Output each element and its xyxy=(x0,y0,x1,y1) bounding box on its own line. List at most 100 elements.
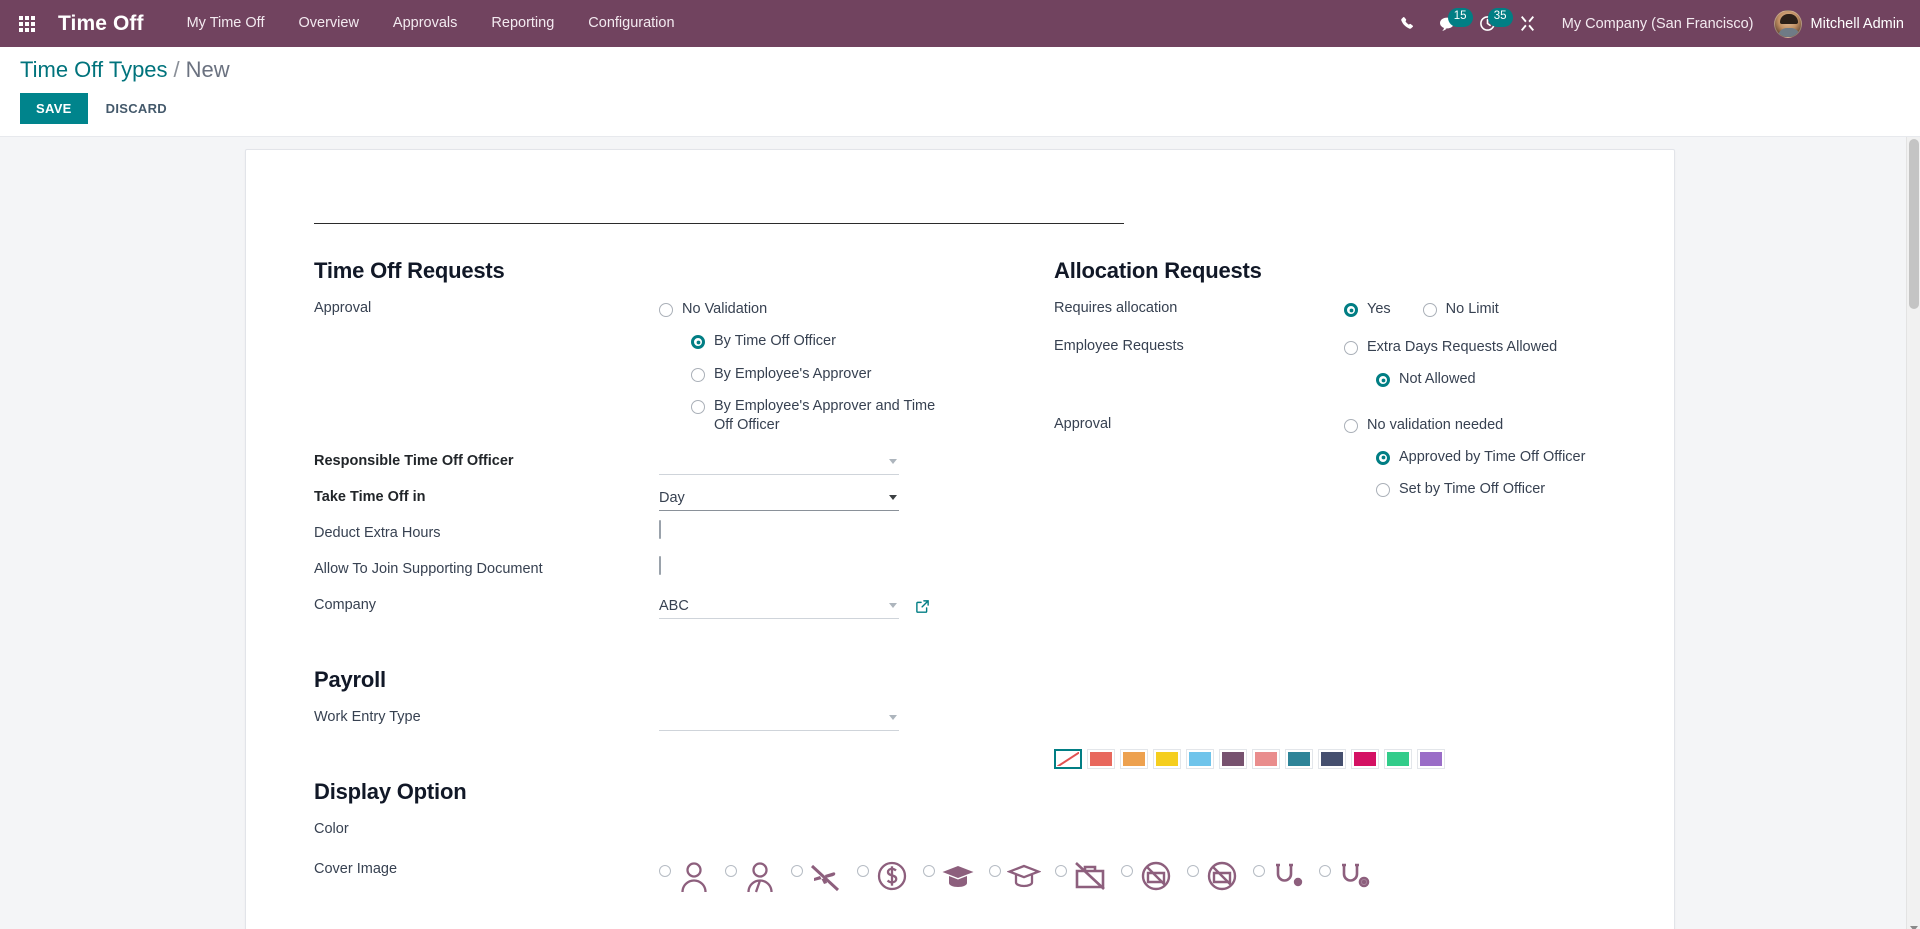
label-responsible-time-off-officer: Responsible Time Off Officer xyxy=(314,453,514,470)
user-menu[interactable]: Mitchell Admin xyxy=(1768,9,1904,38)
radio-not-allowed[interactable]: Not Allowed xyxy=(1376,370,1626,389)
radio-indicator xyxy=(725,865,737,878)
name-input[interactable] xyxy=(314,178,1124,224)
color-swatch-container xyxy=(1054,747,1626,770)
color-swatch-red[interactable] xyxy=(1087,749,1115,770)
label-color: Color xyxy=(314,821,349,838)
breadcrumb: Time Off Types / New xyxy=(20,57,1900,83)
cover-option-person-alt-icon[interactable] xyxy=(725,859,777,898)
radio-group-employee-requests: Extra Days Requests Allowed Not Allowed xyxy=(1344,334,1626,390)
developer-tools-icon[interactable] xyxy=(1508,0,1548,47)
chevron-down-icon xyxy=(889,715,897,721)
radio-extra-days-requests-allowed[interactable]: Extra Days Requests Allowed xyxy=(1344,338,1604,357)
field-row-responsible-officer: Responsible Time Off Officer xyxy=(314,449,984,479)
color-swatch-fill xyxy=(1156,752,1178,767)
deduct-extra-hours-checkbox[interactable] xyxy=(659,520,661,540)
radio-indicator xyxy=(857,865,869,878)
messages-icon[interactable]: 15 xyxy=(1428,0,1473,47)
radio-indicator xyxy=(923,865,935,878)
color-swatch-fill xyxy=(1222,752,1244,767)
radio-requires-allocation-no-limit[interactable]: No Limit xyxy=(1422,300,1499,319)
radio-by-employees-approver-and-time-off-officer[interactable]: By Employee's Approver and Time Off Offi… xyxy=(691,397,951,436)
take-time-off-in-value: Day xyxy=(659,489,685,506)
color-swatch-teal[interactable] xyxy=(1285,749,1313,770)
label-employee-requests: Employee Requests xyxy=(1054,338,1184,354)
radio-by-time-off-officer[interactable]: By Time Off Officer xyxy=(691,332,951,351)
allow-supporting-document-checkbox[interactable] xyxy=(659,556,661,576)
radio-indicator xyxy=(659,865,671,878)
scrollbar-thumb[interactable] xyxy=(1909,139,1919,309)
money-icon xyxy=(875,859,909,898)
apps-grid-icon[interactable] xyxy=(10,0,44,47)
color-swatch-green[interactable] xyxy=(1384,749,1412,770)
field-row-deduct-extra-hours: Deduct Extra Hours xyxy=(314,520,984,551)
radio-indicator xyxy=(1344,341,1358,355)
company-switcher[interactable]: My Company (San Francisco) xyxy=(1548,16,1768,32)
color-swatch-salmon[interactable] xyxy=(1252,749,1280,770)
menu-item-configuration[interactable]: Configuration xyxy=(571,0,691,47)
color-swatch-fill xyxy=(1189,752,1211,767)
radio-indicator xyxy=(659,303,673,317)
left-column: Time Off Requests Approval No Validation xyxy=(294,258,1370,904)
top-navbar: Time Off My Time Off Overview Approvals … xyxy=(0,0,1920,47)
app-brand-time-off[interactable]: Time Off xyxy=(58,12,144,36)
color-swatch-no-color[interactable] xyxy=(1054,749,1082,770)
graduation-cap-icon xyxy=(941,859,975,898)
company-input[interactable]: ABC xyxy=(659,593,899,620)
menu-item-approvals[interactable]: Approvals xyxy=(376,0,474,47)
color-swatch-fill xyxy=(1090,752,1112,767)
right-column: Allocation Requests Requires allocation … xyxy=(984,258,1626,904)
color-swatch-dark-purple[interactable] xyxy=(1219,749,1247,770)
discard-button[interactable]: DISCARD xyxy=(92,93,181,124)
radio-approved-by-time-off-officer[interactable]: Approved by Time Off Officer xyxy=(1376,448,1626,467)
radio-group-approval: No Validation By Time Off Officer By Emp… xyxy=(659,296,984,435)
form-content-area: Time Off Requests Approval No Validation xyxy=(0,137,1920,929)
field-row-allocation-approval: Approval No validation needed Approved b… xyxy=(1054,412,1626,500)
color-swatch-fill xyxy=(1387,752,1409,767)
radio-label: No Validation xyxy=(682,301,768,317)
internal-link-icon[interactable] xyxy=(915,599,930,614)
field-row-employee-requests: Employee Requests Extra Days Requests Al… xyxy=(1054,334,1626,390)
cover-option-person-icon[interactable] xyxy=(659,859,711,898)
radio-label: By Employee's Approver and Time Off Offi… xyxy=(714,397,936,434)
label-requires-allocation: Requires allocation xyxy=(1054,300,1178,316)
menu-item-my-time-off[interactable]: My Time Off xyxy=(170,0,282,47)
color-swatch-fill xyxy=(1057,752,1079,767)
cover-option-graduation-cap-icon[interactable] xyxy=(923,859,975,898)
radio-by-employees-approver[interactable]: By Employee's Approver xyxy=(691,365,951,384)
radio-no-validation-needed[interactable]: No validation needed xyxy=(1344,416,1604,435)
radio-no-validation[interactable]: No Validation xyxy=(659,300,919,319)
color-swatch-violet[interactable] xyxy=(1417,749,1445,770)
cover-option-no-travel-icon[interactable] xyxy=(791,859,843,898)
color-swatch-magenta[interactable] xyxy=(1351,749,1379,770)
radio-requires-allocation-yes[interactable]: Yes xyxy=(1344,300,1391,319)
color-swatch-fill xyxy=(1420,752,1442,767)
color-swatch-yellow[interactable] xyxy=(1153,749,1181,770)
radio-group-requires-allocation: Yes No Limit xyxy=(1344,296,1626,319)
radio-set-by-time-off-officer[interactable]: Set by Time Off Officer xyxy=(1376,480,1626,499)
vertical-scrollbar[interactable] xyxy=(1906,137,1920,929)
take-time-off-in-select[interactable]: Day xyxy=(659,485,899,512)
responsible-time-off-officer-input[interactable] xyxy=(659,449,899,476)
cover-option-money-icon[interactable] xyxy=(857,859,909,898)
menu-item-reporting[interactable]: Reporting xyxy=(474,0,571,47)
person-alt-icon xyxy=(743,859,777,898)
phone-icon[interactable] xyxy=(1388,0,1428,47)
work-entry-type-input[interactable] xyxy=(659,705,899,732)
activities-clock-icon[interactable]: 35 xyxy=(1468,0,1513,47)
section-title-time-off-requests: Time Off Requests xyxy=(314,258,505,283)
color-swatch-navy[interactable] xyxy=(1318,749,1346,770)
radio-label: Set by Time Off Officer xyxy=(1399,481,1546,498)
avatar xyxy=(1773,9,1802,38)
menu-item-overview[interactable]: Overview xyxy=(281,0,375,47)
radio-indicator xyxy=(1376,483,1390,498)
color-swatch-orange[interactable] xyxy=(1120,749,1148,770)
color-swatch-light-blue[interactable] xyxy=(1186,749,1214,770)
radio-indicator xyxy=(691,335,705,350)
breadcrumb-current-new: New xyxy=(185,57,230,82)
color-swatch-fill xyxy=(1288,752,1310,767)
field-row-requires-allocation: Requires allocation Yes No Limit xyxy=(1054,296,1626,326)
chevron-down-icon xyxy=(889,495,897,501)
breadcrumb-time-off-types[interactable]: Time Off Types xyxy=(20,57,168,83)
save-button[interactable]: SAVE xyxy=(20,93,88,124)
